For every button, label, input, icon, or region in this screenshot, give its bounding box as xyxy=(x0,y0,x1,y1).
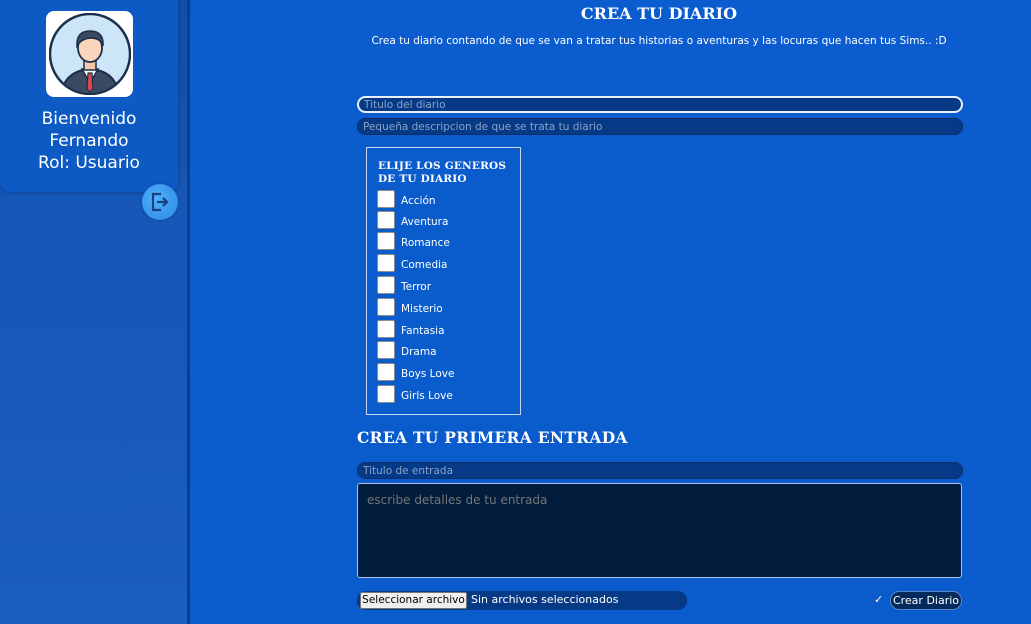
genre-checkbox[interactable] xyxy=(377,298,395,316)
genre-label: Drama xyxy=(401,346,437,358)
page-title: CREA TU DIARIO xyxy=(580,4,738,23)
logout-icon xyxy=(151,192,169,212)
genre-checkbox[interactable] xyxy=(377,276,395,294)
genre-label: Boys Love xyxy=(401,368,455,380)
diary-title-input[interactable] xyxy=(357,96,963,113)
genre-option-drama[interactable]: Drama xyxy=(377,341,517,361)
genre-checkbox[interactable] xyxy=(377,211,395,229)
genre-option-romance[interactable]: Romance xyxy=(377,232,517,252)
user-role: Rol: Usuario xyxy=(38,153,140,173)
genre-label: Terror xyxy=(401,281,432,293)
genre-label: Girls Love xyxy=(401,390,453,402)
genre-option-terror[interactable]: Terror xyxy=(377,276,517,296)
file-select-button[interactable]: Seleccionar archivo xyxy=(360,592,467,609)
diary-description-input[interactable] xyxy=(357,118,963,135)
genre-option-aventura[interactable]: Aventura xyxy=(377,211,517,231)
genre-label: Fantasia xyxy=(401,325,445,337)
confirm-checkbox[interactable]: ✓ xyxy=(874,594,886,606)
genre-checkbox[interactable] xyxy=(377,254,395,272)
entry-title-input[interactable] xyxy=(357,462,963,479)
user-avatar-icon xyxy=(48,13,131,95)
genres-box: ELIJE LOS GENEROS DE TU DIARIO Acción Av… xyxy=(366,147,521,415)
sidebar: Bienvenido Fernando Rol: Usuario xyxy=(0,0,190,624)
entry-section-title: CREA TU PRIMERA ENTRADA xyxy=(357,428,628,447)
create-diary-button[interactable]: Crear Diario xyxy=(890,591,962,610)
genre-option-misterio[interactable]: Misterio xyxy=(377,298,517,318)
genre-label: Romance xyxy=(401,237,450,249)
genre-option-comedia[interactable]: Comedia xyxy=(377,254,517,274)
welcome-greeting: Bienvenido xyxy=(41,109,137,129)
page-subtitle: Crea tu diario contando de que se van a … xyxy=(371,35,947,47)
genre-option-fantasia[interactable]: Fantasia xyxy=(377,320,517,340)
genre-option-boys-love[interactable]: Boys Love xyxy=(377,363,517,383)
genre-checkbox[interactable] xyxy=(377,320,395,338)
genre-label: Aventura xyxy=(401,216,449,228)
file-upload: Seleccionar archivo Sin archivos selecci… xyxy=(357,591,687,610)
avatar xyxy=(46,11,133,97)
user-name: Fernando xyxy=(49,131,129,151)
file-status: Sin archivos seleccionados xyxy=(471,593,619,606)
genre-checkbox[interactable] xyxy=(377,232,395,250)
genre-label: Comedia xyxy=(401,259,448,271)
genre-label: Misterio xyxy=(401,303,443,315)
genre-checkbox[interactable] xyxy=(377,190,395,208)
logout-button[interactable] xyxy=(142,184,178,220)
main-content: CREA TU DIARIO Crea tu diario contando d… xyxy=(192,0,1031,624)
genre-option-girls-love[interactable]: Girls Love xyxy=(377,385,517,405)
entry-details-textarea[interactable] xyxy=(357,483,962,578)
genres-title: ELIJE LOS GENEROS DE TU DIARIO xyxy=(378,160,507,185)
genre-checkbox[interactable] xyxy=(377,385,395,403)
genre-checkbox[interactable] xyxy=(377,341,395,359)
genre-label: Acción xyxy=(401,195,436,207)
genre-option-accion[interactable]: Acción xyxy=(377,190,517,210)
genre-checkbox[interactable] xyxy=(377,363,395,381)
welcome-text: Bienvenido Fernando Rol: Usuario xyxy=(0,108,178,174)
profile-card: Bienvenido Fernando Rol: Usuario xyxy=(0,0,178,192)
